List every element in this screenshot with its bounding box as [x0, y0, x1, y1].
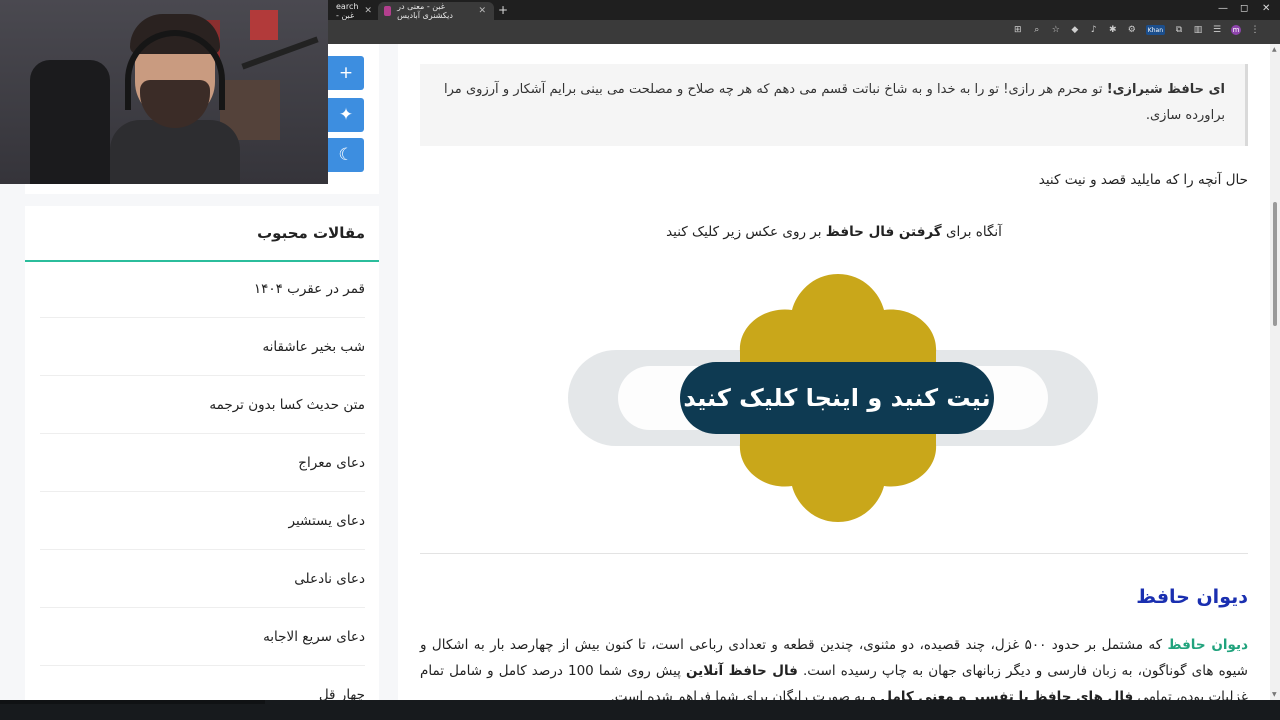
extension-icon[interactable]: ✱	[1108, 25, 1118, 35]
translate-icon[interactable]: ⊞	[1013, 25, 1023, 35]
reading-list-icon[interactable]: ☰	[1212, 25, 1222, 35]
article-content: ای حافظ شیرازی! تو محرم هر رازی! تو را ب…	[398, 44, 1270, 700]
maximize-button[interactable]: ◻	[1240, 3, 1248, 14]
gaming-chair	[30, 60, 110, 184]
bold-span: فال حافظ آنلاین	[686, 663, 798, 679]
divan-link[interactable]: دیوان حافظ	[1168, 637, 1249, 653]
close-icon[interactable]: ✕	[364, 6, 372, 16]
add-button[interactable]: +	[328, 56, 364, 90]
text-span: و به صورت رایگان برای شما فراهم شده است.	[610, 689, 881, 700]
list-item[interactable]: دعای یستشیر	[40, 492, 365, 550]
divider	[420, 553, 1248, 554]
quote-bold: ای حافظ شیرازی!	[1106, 82, 1225, 97]
tab-label: earch - غبن	[336, 2, 359, 20]
hafez-fal-banner[interactable]: نیت کنید و اینجا کلیک کنید	[548, 270, 1118, 526]
menu-icon[interactable]: ⋮	[1250, 25, 1260, 35]
scroll-down-icon[interactable]: ▼	[1272, 691, 1277, 698]
bold-span: فال های حافظ با تفسیر و معنی کامل	[880, 689, 1134, 700]
click-instruction: آنگاه برای گرفتن فال حافظ بر روی عکس زیر…	[398, 224, 1270, 240]
webcam-overlay	[0, 0, 328, 184]
page-scrollbar[interactable]: ▲ ▼	[1270, 44, 1280, 700]
toolbar-icons: ⊞ ⌕ ☆ ◆ ♪ ✱ ⚙ Khan ⧉ ▥ ☰ m ⋮	[1013, 25, 1260, 35]
extension-badge[interactable]: Khan	[1145, 25, 1165, 35]
widget-title: مقالات محبوب	[257, 224, 365, 242]
instruction-text: حال آنچه را که مایلید قصد و نیت کنید	[1038, 172, 1248, 188]
text-span: آنگاه برای	[941, 224, 1002, 240]
scroll-thumb[interactable]	[1273, 202, 1277, 326]
list-item[interactable]: چهار قل	[40, 666, 365, 701]
wall-poster	[250, 10, 278, 40]
favicon-icon	[384, 6, 392, 16]
new-tab-button[interactable]: +	[498, 3, 508, 17]
streamer	[110, 14, 240, 184]
dark-mode-button[interactable]: ☾	[328, 138, 364, 172]
extension-icon[interactable]: ⚙	[1127, 25, 1137, 35]
popular-articles-widget: مقالات محبوب قمر در عقرب ۱۴۰۴ شب بخیر عا…	[25, 206, 379, 700]
scroll-up-icon[interactable]: ▲	[1272, 46, 1277, 53]
list-item[interactable]: قمر در عقرب ۱۴۰۴	[40, 260, 365, 318]
close-icon[interactable]: ✕	[478, 6, 486, 16]
bookmark-star-icon[interactable]: ☆	[1051, 25, 1061, 35]
list-item[interactable]: دعای نادعلی	[40, 550, 365, 608]
sidebar-icon[interactable]: ▥	[1193, 25, 1203, 35]
tab-abadis[interactable]: غبن - معنی در دیکشنری آبادیس ✕	[378, 2, 494, 20]
section-heading: دیوان حافظ	[1136, 586, 1248, 608]
audio-icon[interactable]: ♪	[1089, 25, 1099, 35]
list-item[interactable]: دعای معراج	[40, 434, 365, 492]
extension-icon[interactable]: ◆	[1070, 25, 1080, 35]
profile-avatar[interactable]: m	[1231, 25, 1241, 35]
taskbar	[0, 700, 1280, 720]
minimize-button[interactable]: —	[1218, 3, 1228, 14]
list-item[interactable]: متن حدیث کسا بدون ترجمه	[40, 376, 365, 434]
prayer-quote: ای حافظ شیرازی! تو محرم هر رازی! تو را ب…	[420, 64, 1248, 146]
divan-description: دیوان حافظ که مشتمل بر حدود ۵۰۰ غزل، چند…	[420, 632, 1248, 700]
zoom-icon[interactable]: ⌕	[1032, 25, 1042, 35]
list-item[interactable]: شب بخیر عاشقانه	[40, 318, 365, 376]
streamer-body	[110, 120, 240, 184]
banner-label: نیت کنید و اینجا کلیک کنید	[683, 384, 990, 412]
tab-label: غبن - معنی در دیکشنری آبادیس	[397, 2, 453, 20]
text-span: بر روی عکس زیر کلیک کنید	[666, 224, 826, 240]
taskbar-segment	[0, 700, 265, 704]
tab-search[interactable]: earch - غبن ✕	[330, 2, 372, 20]
bold-span: گرفتن فال حافظ	[825, 224, 942, 240]
close-window-button[interactable]: ✕	[1262, 3, 1270, 14]
sparkle-button[interactable]: ✦	[328, 98, 364, 132]
extensions-puzzle-icon[interactable]: ⧉	[1174, 25, 1184, 35]
list-item[interactable]: دعای سریع الاجابه	[40, 608, 365, 666]
